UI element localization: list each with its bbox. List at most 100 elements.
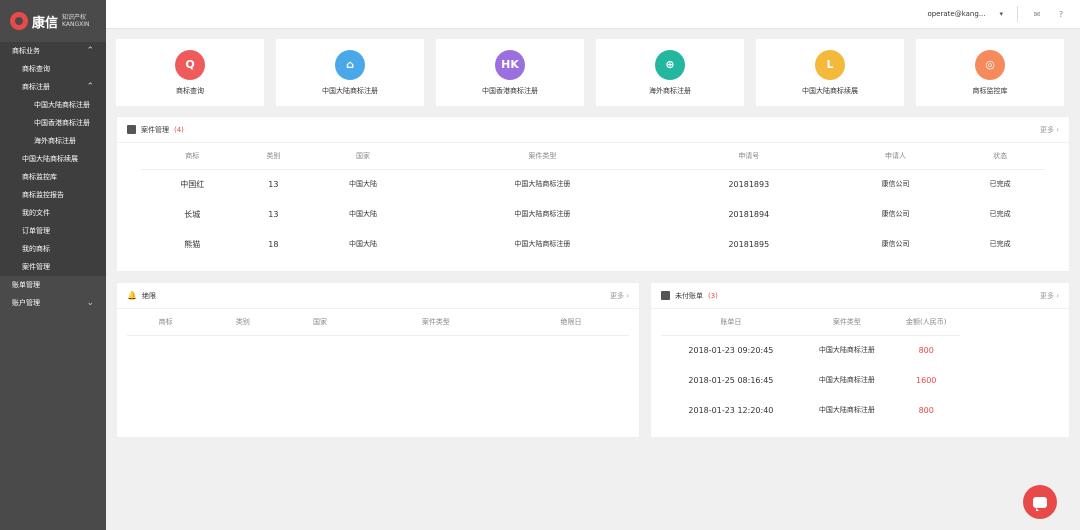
quick-entry-tile[interactable]: ⊕ 海外商标注册	[596, 39, 744, 106]
table-cell: 13	[268, 179, 279, 189]
column-header: 类别	[243, 143, 304, 170]
user-account-label[interactable]: operate@kang...	[927, 10, 985, 18]
sidebar-item[interactable]: 账单管理	[0, 276, 106, 294]
table-cell: 已完成	[989, 180, 1011, 189]
table-cell: 2018-01-23 12:20:40	[688, 405, 774, 415]
case-management-panel: 案件管理 (4) 更多 › 商标 类别 国家 案件类型 申请号 申请人 状态 中国红 13 中国…	[116, 116, 1070, 272]
brand-logo[interactable]: 康信 知识产权 KANGXIN	[0, 0, 106, 42]
column-header: 绝限日	[513, 309, 629, 336]
case-count: (4)	[174, 125, 184, 134]
table-row[interactable]: 熊猫 18 中国大陆 中国大陆商标注册 20181895 康信公司 已完成	[141, 229, 1045, 259]
quick-entry-label: 商标监控库	[972, 86, 1008, 95]
quick-entry-icon: ◎	[975, 49, 1005, 80]
table-cell: 18	[268, 239, 279, 249]
table-cell: 熊猫	[184, 239, 201, 249]
sidebar-item[interactable]: 我的商标	[0, 240, 106, 258]
message-icon[interactable]: ✉	[1032, 9, 1042, 19]
table-cell: 20181895	[728, 239, 770, 249]
table-cell: 已完成	[989, 210, 1011, 218]
table-cell: 康信公司	[881, 180, 910, 189]
sidebar-item[interactable]: 商标监控报告	[0, 186, 106, 204]
quick-entry-tile[interactable]: Q 商标查询	[116, 39, 264, 106]
sidebar-item[interactable]: 中国大陆商标续展	[0, 150, 106, 168]
table-row[interactable]: 长城 13 中国大陆 中国大陆商标注册 20181894 康信公司 已完成	[141, 199, 1045, 229]
case-table: 商标 类别 国家 案件类型 申请号 申请人 状态 中国红 13 中国大陆 中国大陆商标注册 2018…	[141, 143, 1045, 259]
bill-icon	[661, 291, 670, 300]
sidebar-item-label: 商标查询	[22, 65, 50, 73]
brand-sub-cn: 知识产权	[62, 14, 87, 21]
sidebar-item[interactable]: 中国大陆商标注册	[0, 96, 106, 114]
sidebar-nav: 商标业务 ⌃ 商标查询商标注册 ⌃ 中国大陆商标注册 中国香港商标注册 海外商标注册中国大陆…	[0, 42, 106, 312]
quick-entry-label: 商标查询	[176, 86, 204, 95]
sidebar-item-label: 商标注册	[22, 83, 50, 91]
sidebar-item-label: 中国大陆商标续展	[22, 155, 78, 163]
table-row[interactable]: 中国红 13 中国大陆 中国大陆商标注册 20181893 康信公司 已完成	[141, 169, 1045, 199]
quick-entry-tile[interactable]: HK 中国香港商标注册	[436, 39, 584, 106]
chevron-icon: ⌃	[86, 82, 94, 92]
column-header: 申请号	[661, 143, 836, 170]
quick-entry-label: 中国大陆商标续展	[802, 86, 858, 95]
table-cell: 20181893	[728, 179, 770, 189]
table-cell: 1600	[916, 375, 937, 385]
table-cell: 已完成	[989, 240, 1011, 248]
sidebar-item[interactable]: 商标监控库	[0, 168, 106, 186]
quick-entry-icon: L	[815, 49, 845, 80]
sidebar-item[interactable]: 案件管理	[0, 258, 106, 276]
sidebar-item[interactable]: 中国香港商标注册	[0, 114, 106, 132]
quick-entry-label: 中国大陆商标注册	[322, 86, 378, 95]
quick-entry-tile[interactable]: ◎ 商标监控库	[916, 39, 1064, 106]
column-header: 类别	[204, 309, 282, 336]
bills-more-link[interactable]: 更多 ›	[1040, 291, 1059, 301]
table-cell: 中国大陆商标注册	[514, 240, 571, 248]
case-icon	[127, 125, 136, 134]
sidebar-item[interactable]: 商标查询	[0, 60, 106, 78]
account-dropdown-icon[interactable]: ▾	[999, 10, 1003, 18]
sidebar-item[interactable]: 我的文件	[0, 204, 106, 222]
sidebar-item-label: 商标监控报告	[22, 191, 64, 199]
column-header: 申请人	[835, 143, 956, 170]
column-header: 商标	[127, 309, 205, 336]
table-cell: 中国大陆	[349, 240, 377, 248]
sidebar-item[interactable]: 商标业务 ⌃	[0, 42, 106, 60]
quick-entry-label: 中国香港商标注册	[482, 86, 538, 95]
chat-button[interactable]	[1023, 485, 1057, 519]
deadline-more-link[interactable]: 更多 ›	[610, 291, 629, 301]
sidebar-item[interactable]: 商标注册 ⌃	[0, 78, 106, 96]
sidebar-item[interactable]: 账户管理 ⌄	[0, 294, 106, 312]
column-header: 国家	[303, 143, 423, 170]
chevron-icon: ⌄	[86, 298, 94, 308]
quick-entry-icon: ⊕	[655, 49, 685, 80]
quick-entry-label: 海外商标注册	[649, 86, 691, 95]
sidebar-item[interactable]: 订单管理	[0, 222, 106, 240]
deadline-panel: 🔔 绝限 更多 › 商标 类别 国家 案件类型 绝限日	[116, 282, 640, 438]
brand-mark-icon	[10, 12, 28, 30]
sidebar-item-label: 账户管理	[12, 299, 40, 307]
table-cell: 中国大陆	[349, 180, 377, 189]
column-header: 金额(人民币)	[892, 309, 960, 336]
table-row[interactable]: 2018-01-23 12:20:40 中国大陆商标注册 800	[661, 395, 960, 425]
column-header: 国家	[281, 309, 359, 336]
table-cell: 2018-01-23 09:20:45	[688, 345, 774, 355]
table-row[interactable]: 2018-01-23 09:20:45 中国大陆商标注册 800	[661, 335, 960, 365]
quick-entry-tile[interactable]: ⌂ 中国大陆商标注册	[276, 39, 424, 106]
sidebar-item-label: 我的商标	[22, 245, 50, 253]
sidebar-item[interactable]: 海外商标注册	[0, 132, 106, 150]
help-icon[interactable]: ?	[1056, 9, 1066, 19]
quick-entry-tile[interactable]: L 中国大陆商标续展	[756, 39, 904, 106]
sidebar-item-label: 商标业务	[12, 47, 40, 55]
table-cell: 康信公司	[881, 240, 910, 248]
sidebar-item-label: 账单管理	[12, 281, 40, 289]
divider	[1017, 6, 1018, 22]
case-more-link[interactable]: 更多 ›	[1040, 125, 1059, 135]
sidebar: 康信 知识产权 KANGXIN 商标业务 ⌃ 商标查询 商标注册 ⌃ 中国大陆商标注册 中国…	[0, 0, 106, 530]
table-cell: 中国大陆	[349, 210, 377, 218]
chevron-icon: ⌃	[86, 46, 94, 56]
column-header: 状态	[955, 143, 1045, 170]
table-cell: 13	[268, 209, 279, 219]
sidebar-item-label: 订单管理	[22, 227, 50, 235]
table-cell: 中国大陆商标注册	[818, 376, 875, 384]
table-row[interactable]: 2018-01-25 08:16:45 中国大陆商标注册 1600	[661, 365, 960, 395]
bills-panel-title: 未付账单	[675, 291, 703, 300]
deadline-table: 商标 类别 国家 案件类型 绝限日	[127, 309, 629, 336]
case-panel-title: 案件管理	[141, 125, 169, 134]
